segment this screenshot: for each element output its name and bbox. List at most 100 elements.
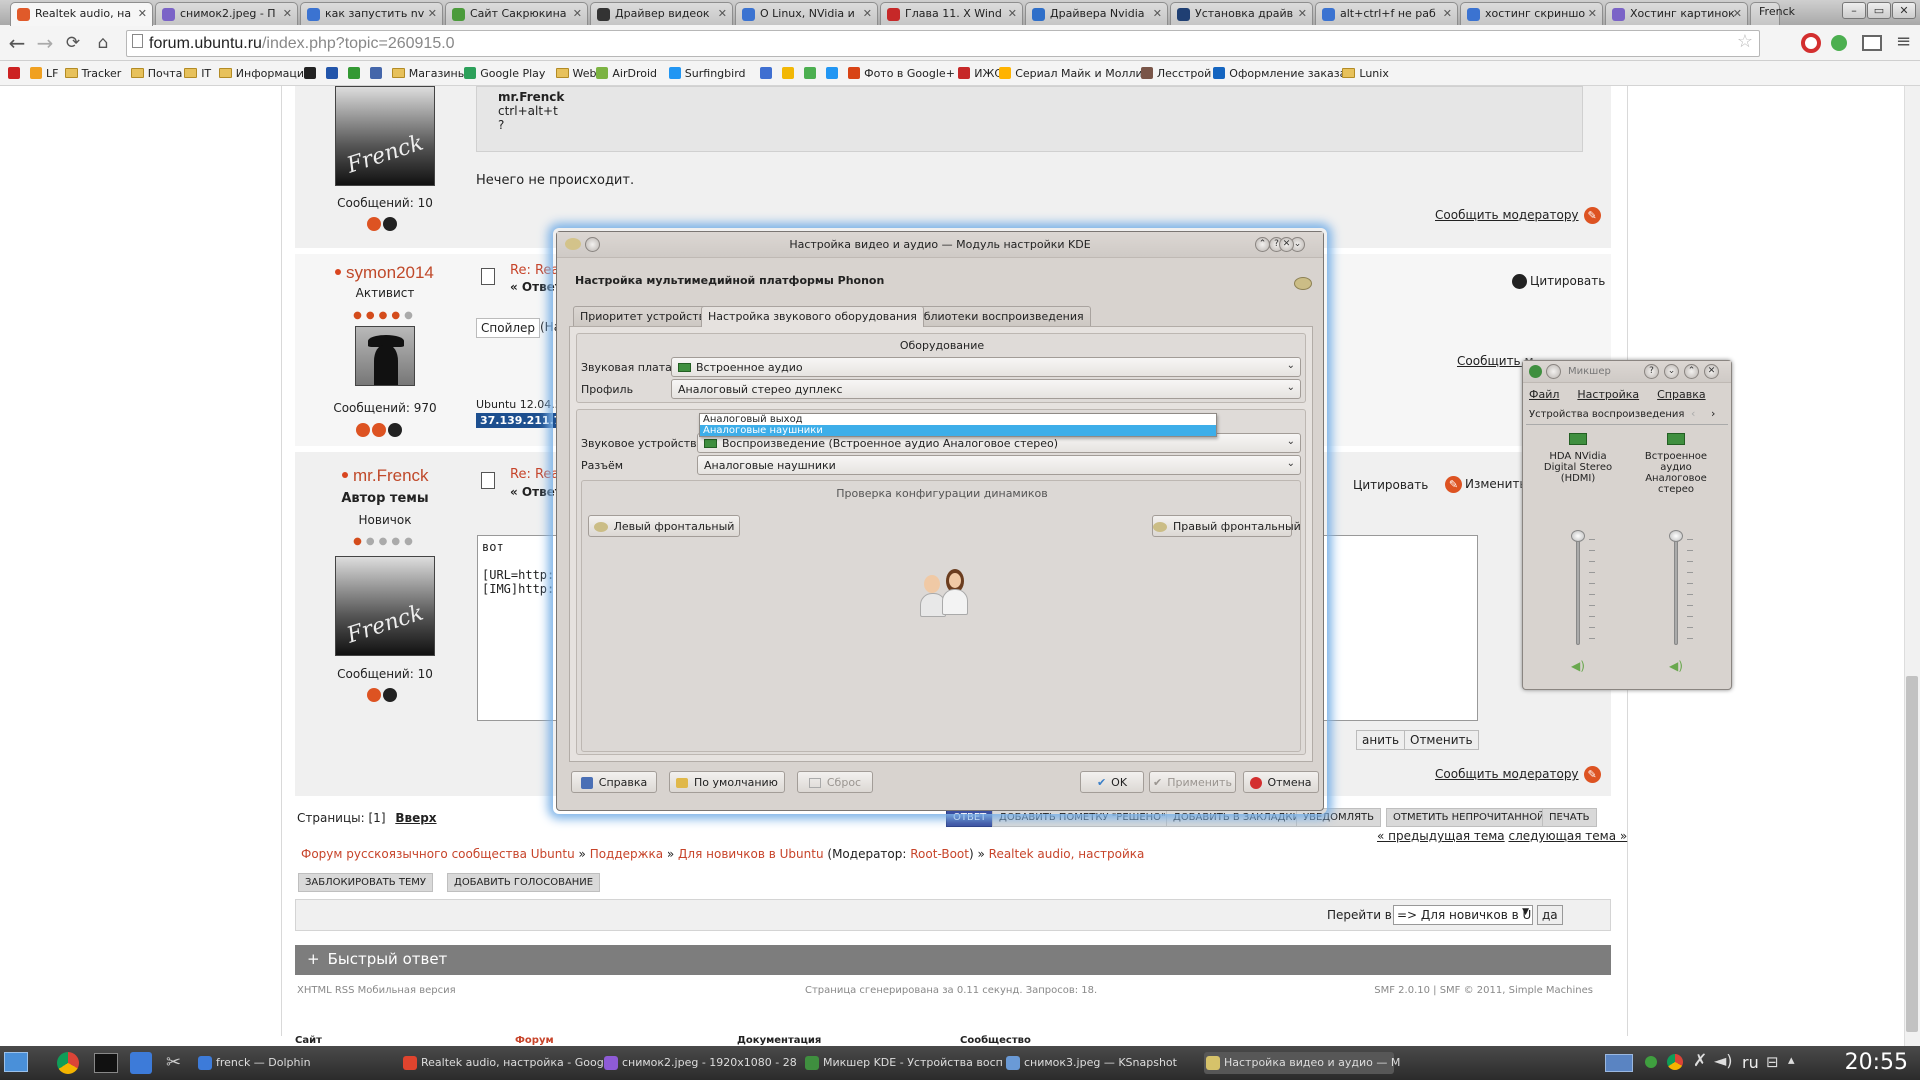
next-topic-link[interactable]: следующая тема »	[1508, 829, 1627, 843]
home-icon[interactable]: ⌂	[90, 30, 116, 56]
dolphin-launcher-icon[interactable]	[130, 1052, 152, 1074]
report-icon[interactable]: ✎	[1583, 207, 1601, 224]
username[interactable]: mr.Frenck	[342, 466, 429, 486]
tab-close-icon[interactable]: ✕	[283, 7, 292, 20]
report-link[interactable]: Сообщить модератору	[1435, 767, 1579, 781]
reset-button[interactable]: Сброс	[797, 771, 873, 793]
pin-icon[interactable]	[1546, 364, 1561, 379]
connector-select[interactable]: Аналоговые наушники ⌄	[697, 455, 1301, 475]
profile-name[interactable]: Frenck	[1759, 5, 1795, 18]
quote-button[interactable]: Цитировать	[1512, 274, 1605, 289]
volume-slider-thumb[interactable]	[1669, 530, 1683, 542]
forward-icon[interactable]: →	[32, 30, 58, 56]
bookmark-item[interactable]: Google Play	[464, 67, 545, 80]
profile-select[interactable]: Аналоговый стерео дуплекс ⌄	[671, 379, 1301, 399]
breadcrumb-item[interactable]: Для новичков в Ubuntu	[678, 847, 824, 861]
post-subject[interactable]: Re: Rea	[510, 263, 559, 278]
tab-device-priority[interactable]: Приоритет устройств	[573, 306, 713, 326]
bookmark-item[interactable]: Оформление заказа	[1213, 67, 1346, 80]
dropdown-option-selected[interactable]: Аналоговые наушники	[700, 425, 1216, 436]
browser-tab[interactable]: О Linux, NVidia и ✕	[735, 2, 878, 25]
prev-topic-link[interactable]: « предыдущая тема	[1377, 829, 1505, 843]
speaker-mute-icon[interactable]: ◀)	[1571, 659, 1585, 673]
maximize-icon[interactable]: ⌃	[1255, 237, 1270, 252]
right-front-button[interactable]: Правый фронтальный	[1152, 515, 1301, 537]
scrollbar-thumb[interactable]	[1906, 676, 1918, 1032]
tab-close-icon[interactable]: ✕	[718, 7, 727, 20]
quick-reply-bar[interactable]: + Быстрый ответ	[295, 945, 1611, 975]
scissors-icon[interactable]: ✂	[166, 1052, 181, 1073]
cancel-button[interactable]: Отмена	[1243, 771, 1319, 793]
topic-action-button[interactable]: ПЕЧАТЬ	[1542, 808, 1597, 827]
save-button[interactable]: анить	[1356, 730, 1406, 750]
email-icon[interactable]	[372, 422, 386, 437]
tab-close-icon[interactable]: ✕	[1588, 7, 1597, 20]
bookmark-item[interactable]	[826, 67, 842, 80]
menu-icon[interactable]: ≡	[1896, 31, 1911, 52]
back-icon[interactable]: ←	[4, 30, 30, 56]
address-bar[interactable]: forum.ubuntu.ru/index.php?topic=260915.0…	[126, 30, 1760, 57]
browser-tab[interactable]: Драйвера Nvidia ✕	[1025, 2, 1168, 25]
taskbar-task[interactable]: снимок3.jpeg — KSnapshot	[1004, 1052, 1200, 1074]
bookmark-item[interactable]: LF	[30, 67, 58, 80]
jump-select[interactable]: => Для новичков в Ubuntu▼	[1393, 905, 1533, 925]
post-subject[interactable]: Re: Rea	[510, 467, 559, 482]
taskbar-task[interactable]: Микшер KDE - Устройства восп	[803, 1052, 1003, 1074]
minimize-icon[interactable]: ⌄	[1664, 364, 1679, 379]
bookmark-item[interactable]	[8, 67, 24, 80]
footer-column-title[interactable]: Документация	[737, 1035, 821, 1046]
help-icon[interactable]: ?	[1644, 364, 1659, 379]
username[interactable]: symon2014	[335, 263, 434, 283]
top-link[interactable]: Вверх	[395, 811, 436, 825]
close-icon[interactable]: ✕	[1704, 364, 1719, 379]
keyboard-layout[interactable]: ru	[1742, 1053, 1759, 1072]
taskbar-task[interactable]: снимок2.jpeg - 1920x1080 - 28	[602, 1052, 798, 1074]
help-button[interactable]: Справка	[571, 771, 657, 793]
adblock-icon[interactable]	[1801, 33, 1821, 53]
bookmark-item[interactable]: Лесстрой	[1140, 67, 1211, 80]
defaults-button[interactable]: По умолчанию	[669, 771, 785, 793]
ok-button[interactable]: ✔ OK	[1080, 771, 1144, 793]
bookmark-item[interactable]: IT	[184, 67, 211, 80]
bookmark-item[interactable]	[760, 67, 776, 80]
profile-icon[interactable]	[367, 216, 381, 231]
network-icon[interactable]: ⊟	[1766, 1053, 1779, 1071]
browser-tab[interactable]: Глава 11. X Wind ✕	[880, 2, 1023, 25]
pm-icon[interactable]	[388, 422, 402, 437]
bookmark-item[interactable]: Tracker	[64, 67, 121, 80]
maximize-icon[interactable]: ⌃	[1684, 364, 1699, 379]
bookmark-item[interactable]: Почта	[130, 67, 182, 80]
pin-icon[interactable]	[585, 237, 600, 252]
minimize-button[interactable]: –	[1842, 2, 1866, 19]
report-icon[interactable]: ✎	[1583, 766, 1601, 783]
pm-icon[interactable]	[383, 216, 397, 231]
bookmark-item[interactable]: Web	[555, 67, 596, 80]
jump-go-button[interactable]: да	[1537, 905, 1563, 925]
taskbar-task[interactable]: Realtek audio, настройка - Goog	[401, 1052, 604, 1074]
tray-chrome-icon[interactable]	[1667, 1054, 1683, 1070]
browser-tab[interactable]: alt+ctrl+f не раб ✕	[1315, 2, 1458, 25]
bookmark-item[interactable]	[303, 67, 320, 80]
bookmark-item[interactable]	[804, 67, 820, 80]
add-poll-button[interactable]: ДОБАВИТЬ ГОЛОСОВАНИЕ	[447, 873, 601, 892]
quote-button[interactable]: Цитировать	[1353, 478, 1428, 492]
pm-icon[interactable]	[383, 687, 397, 702]
spoiler-button[interactable]: Спойлер	[476, 318, 541, 338]
bookmark-item[interactable]	[369, 67, 386, 80]
bookmark-item[interactable]: ИЖС	[958, 67, 1002, 80]
footer-links[interactable]: XHTML RSS Мобильная версия	[297, 985, 456, 996]
dropdown-option[interactable]: Аналоговый выход	[700, 414, 1216, 425]
profile-icon[interactable]	[356, 422, 370, 437]
tab-close-icon[interactable]: ✕	[1153, 7, 1162, 20]
topic-action-button[interactable]: ОТМЕТИТЬ НЕПРОЧИТАННОЙ	[1386, 808, 1552, 827]
taskbar-task[interactable]: frenck — Dolphin	[196, 1052, 396, 1074]
extension-icon[interactable]	[1831, 35, 1847, 51]
breadcrumb-item[interactable]: Realtek audio, настройка	[989, 847, 1145, 861]
tab-close-icon[interactable]: ✕	[1008, 7, 1017, 20]
volume-slider-thumb[interactable]	[1571, 530, 1585, 542]
mixer-menu-item[interactable]: Файл	[1529, 388, 1559, 401]
left-front-button[interactable]: Левый фронтальный	[588, 515, 740, 537]
speaker-mute-icon[interactable]: ◀)	[1669, 659, 1683, 673]
lock-topic-button[interactable]: ЗАБЛОКИРОВАТЬ ТЕМУ	[298, 873, 433, 892]
cancel-button[interactable]: Отменить	[1404, 730, 1479, 750]
